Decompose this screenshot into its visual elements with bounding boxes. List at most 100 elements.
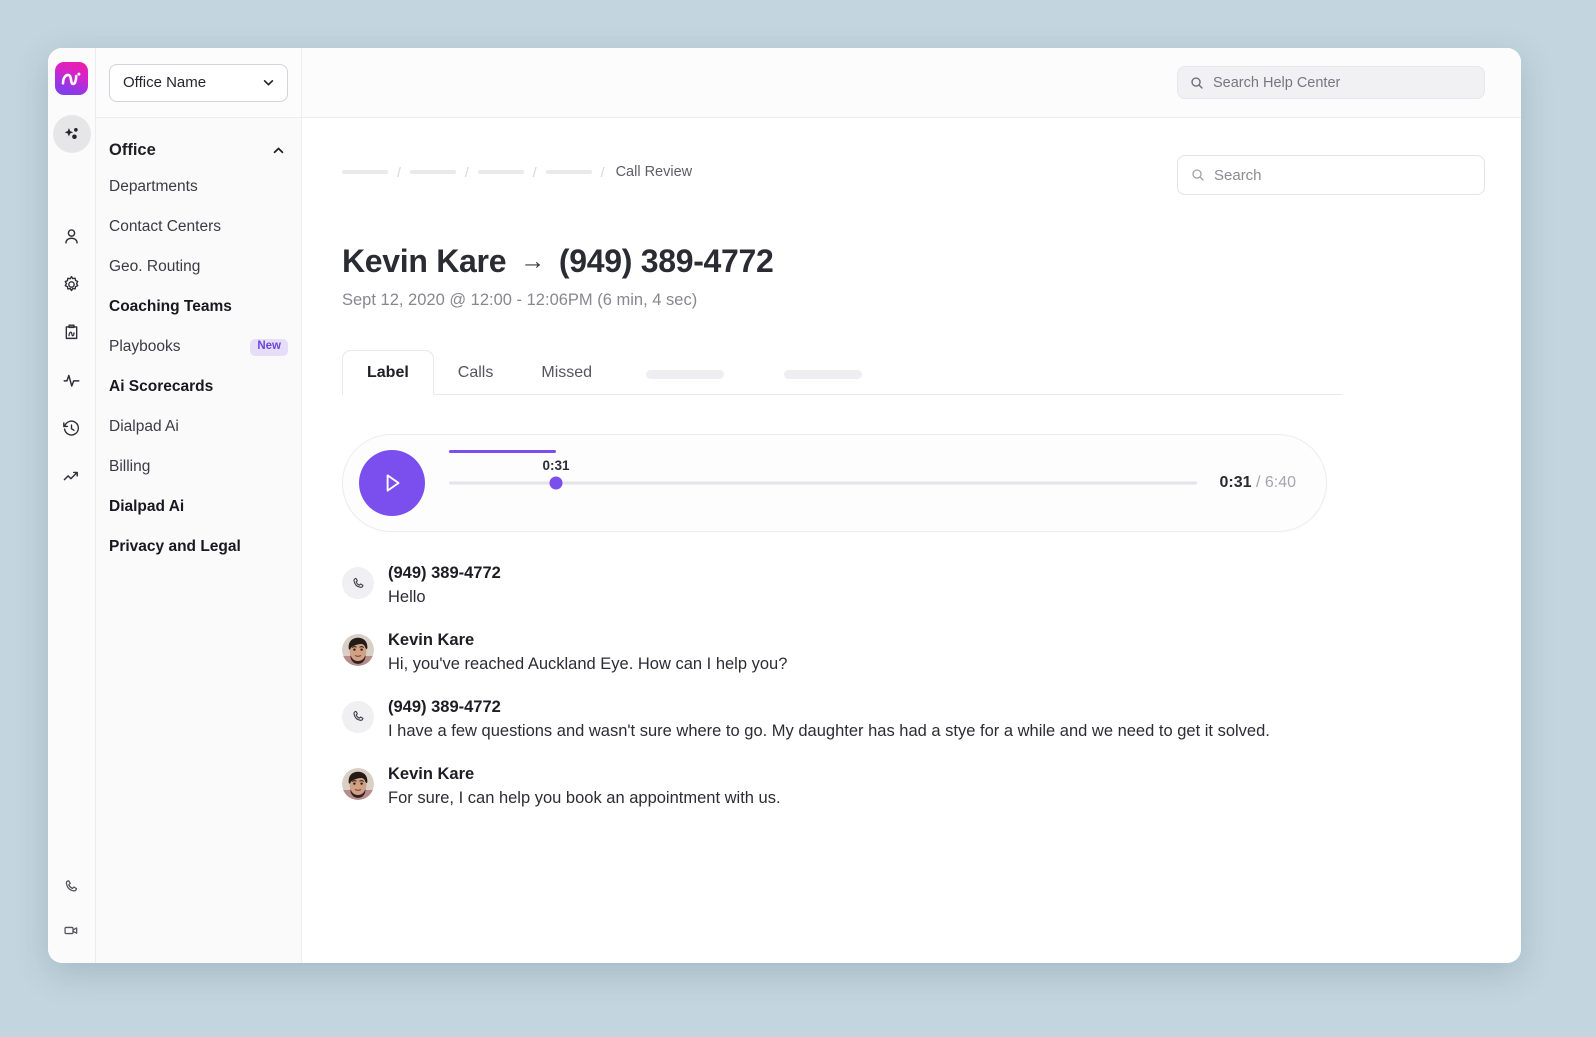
avatar [342, 567, 374, 599]
tab-text: Missed [541, 363, 593, 381]
rail-item-settings[interactable] [53, 265, 91, 303]
rail-item-analytics[interactable] [53, 457, 91, 495]
trending-up-icon [62, 467, 81, 486]
transcript-speaker: (949) 389-4772 [388, 697, 501, 716]
sidebar-item-departments[interactable]: Departments [96, 167, 301, 207]
sparkle-ai-icon [62, 125, 81, 144]
sidebar-item-label: Playbooks [109, 338, 181, 355]
tab-missed[interactable]: Missed [517, 350, 616, 395]
transcript-entry: (949) 389-4772 Hello [342, 564, 1302, 610]
play-button[interactable] [359, 450, 425, 516]
tab-skeleton-2 [784, 370, 863, 379]
transcript-text: For sure, I can help you book an appoint… [388, 788, 781, 807]
sidebar-item-label: Contact Centers [109, 218, 221, 235]
app-window: Office Name Office Departments Contact C… [48, 48, 1521, 963]
rail-item-ai[interactable] [52, 115, 91, 153]
status-badge-new: New [250, 338, 288, 356]
breadcrumb-skeleton-4 [545, 170, 592, 174]
tabs: Label Calls Missed [342, 350, 1342, 395]
sidebar-item-coaching-teams[interactable]: Coaching Teams [96, 287, 301, 327]
transcript-speaker: Kevin Kare [388, 764, 475, 783]
audio-time-tooltip: 0:31 [542, 458, 570, 473]
nav-list: Office Departments Contact Centers Geo. … [96, 118, 301, 567]
search-icon [1190, 76, 1204, 90]
tab-skeleton-1 [646, 370, 725, 379]
sidebar-item-contact-centers[interactable]: Contact Centers [96, 207, 301, 247]
rail-item-scorecards[interactable] [53, 313, 91, 351]
activity-pulse-icon [62, 371, 81, 390]
sidebar-item-label: Coaching Teams [109, 298, 232, 315]
tab-calls[interactable]: Calls [434, 350, 518, 395]
rail-item-history[interactable] [53, 409, 91, 447]
nav-sidebar: Office Name Office Departments Contact C… [96, 48, 302, 963]
video-camera-icon [63, 922, 80, 939]
avatar [342, 700, 374, 733]
sidebar-item-ai-scorecards[interactable]: Ai Scorecards [96, 367, 301, 407]
sidebar-item-label: Billing [109, 458, 151, 475]
rail-bottom-group [53, 861, 91, 963]
avatar [342, 767, 374, 800]
office-select[interactable]: Office Name [109, 63, 288, 102]
rail-item-meetings[interactable] [53, 911, 91, 949]
transcript-entry: Kevin Kare Hi, you've reached Auckland E… [342, 631, 1302, 677]
search-input[interactable]: Search [1177, 155, 1485, 195]
audio-track-handle[interactable] [549, 476, 563, 490]
transcript-text: Hello [388, 588, 426, 606]
audio-total-time: 6:40 [1264, 474, 1296, 491]
breadcrumb-skeleton-3 [477, 170, 524, 174]
office-select-container: Office Name [96, 48, 301, 118]
phone-icon [351, 576, 366, 591]
content-area: / / / / Call Review Search Kevin Kare → … [302, 118, 1521, 963]
phone-icon [63, 878, 80, 895]
sidebar-item-dialpad-ai-2[interactable]: Dialpad Ai [96, 487, 301, 527]
gear-icon [62, 275, 81, 294]
sidebar-item-geo-routing[interactable]: Geo. Routing [96, 247, 301, 287]
phone-icon [351, 709, 366, 724]
help-center-search[interactable]: Search Help Center [1177, 66, 1485, 99]
breadcrumb-current: Call Review [615, 164, 693, 180]
transcript-speaker: (949) 389-4772 [388, 564, 501, 582]
transcript-text: Hi, you've reached Auckland Eye. How can… [388, 654, 788, 673]
nav-group-office[interactable]: Office [96, 134, 301, 167]
transcript-body: (949) 389-4772 Hello [388, 564, 501, 610]
arrow-right-icon: → [520, 247, 545, 275]
dialpad-ai-logo[interactable] [55, 62, 88, 95]
agent-photo-avatar [342, 633, 374, 666]
icon-rail [48, 48, 96, 963]
breadcrumb-separator: / [397, 164, 401, 180]
person-icon [62, 227, 81, 246]
help-center-search-placeholder: Search Help Center [1213, 74, 1341, 91]
transcript-body: (949) 389-4772 I have a few questions an… [388, 698, 1270, 744]
avatar [342, 633, 374, 666]
audio-player: 0:31 0:31 / 6:40 [342, 434, 1327, 532]
audio-scrubber[interactable]: 0:31 [449, 450, 1198, 516]
rail-item-calls[interactable] [53, 867, 91, 905]
search-input-placeholder: Search [1214, 166, 1262, 184]
transcript-list: (949) 389-4772 Hello Kevin Kare Hi, you'… [342, 564, 1302, 811]
rail-item-contacts[interactable] [53, 217, 91, 255]
chevron-down-icon [262, 76, 275, 89]
history-clock-icon [62, 419, 81, 438]
rail-item-activity[interactable] [53, 361, 91, 399]
breadcrumb-separator: / [532, 164, 537, 180]
clipboard-ai-icon [62, 323, 81, 342]
play-icon [379, 470, 405, 496]
breadcrumb: / / / / Call Review [342, 155, 692, 180]
transcript-entry: Kevin Kare For sure, I can help you book… [342, 765, 1302, 811]
office-select-value: Office Name [123, 74, 207, 91]
chevron-up-icon [272, 144, 285, 157]
tab-label[interactable]: Label [342, 350, 434, 395]
tab-text: Label [367, 363, 409, 381]
sidebar-item-label: Departments [109, 178, 198, 195]
search-icon [1191, 168, 1205, 182]
sidebar-item-playbooks[interactable]: Playbooks New [96, 327, 301, 367]
sidebar-item-dialpad-ai-1[interactable]: Dialpad Ai [96, 407, 301, 447]
agent-photo-avatar [342, 767, 374, 800]
page-title-from: Kevin Kare [342, 243, 507, 279]
audio-track-fill [449, 450, 557, 453]
sidebar-item-label: Privacy and Legal [109, 538, 241, 555]
page-title: Kevin Kare → (949) 389-4772 [342, 243, 1485, 280]
main-column: Search Help Center / / / / Call Review S… [302, 48, 1521, 963]
sidebar-item-billing[interactable]: Billing [96, 447, 301, 487]
sidebar-item-privacy-and-legal[interactable]: Privacy and Legal [96, 527, 301, 567]
